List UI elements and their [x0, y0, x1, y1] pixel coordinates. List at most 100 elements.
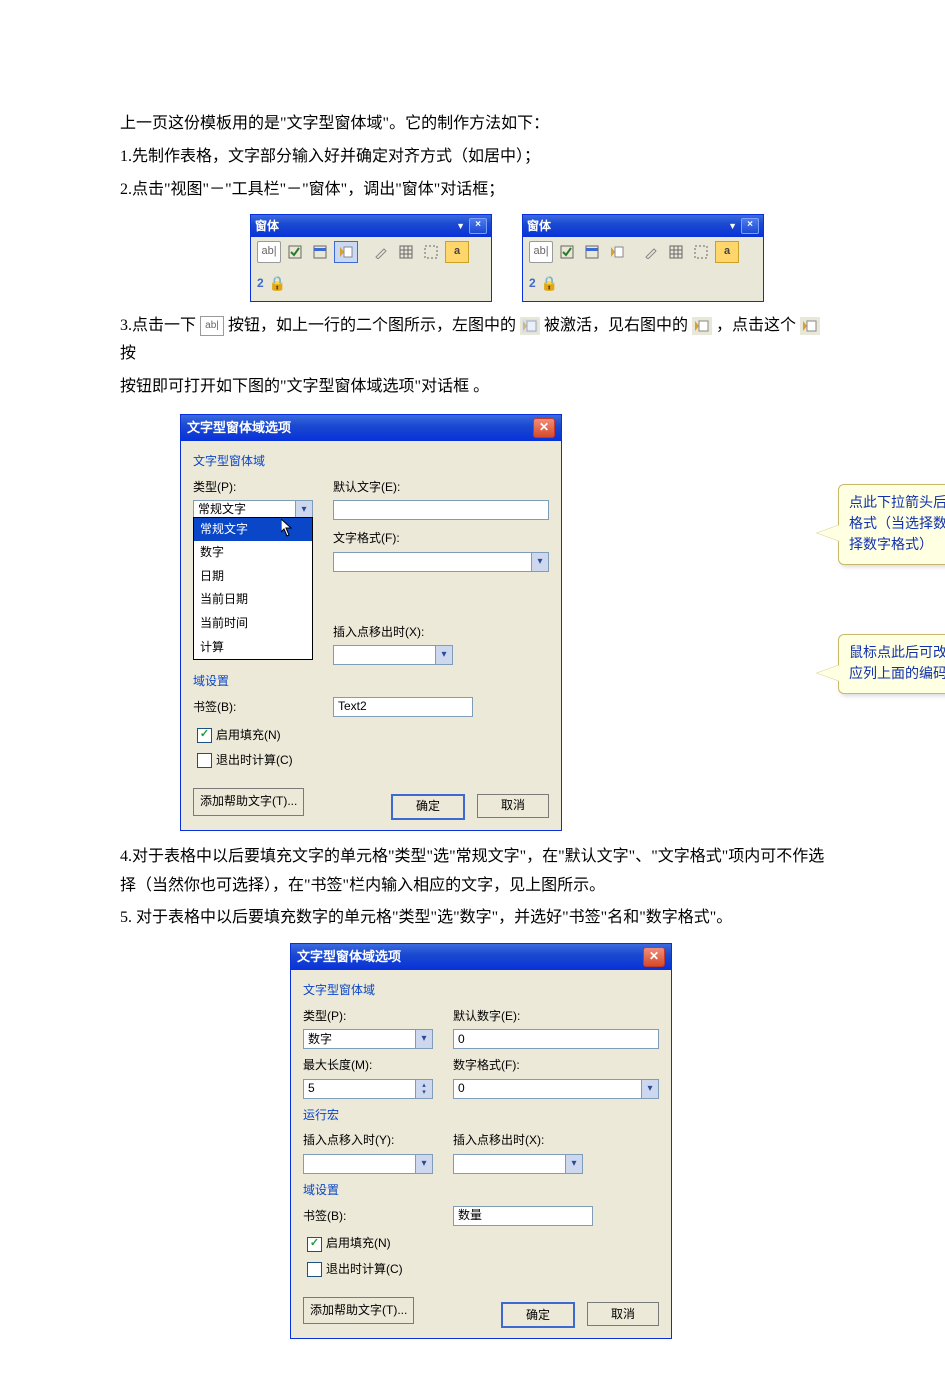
callout-bookmark: 鼠标点此后可改变文字（对应列上面的编码、品名等）: [838, 634, 945, 694]
close-icon[interactable]: ✕: [533, 418, 555, 438]
options-icon-active: [692, 317, 712, 335]
close-icon[interactable]: ×: [741, 218, 759, 234]
abl-icon: ab|: [200, 316, 224, 336]
exit-calc-checkbox[interactable]: [197, 753, 212, 768]
exit-calc-label: 退出时计算(C): [216, 750, 293, 772]
close-icon[interactable]: ✕: [643, 947, 665, 967]
step-5: 5. 对于表格中以后要填充数字的单元格"类型"选"数字"，并选好"书签"名和"数…: [120, 904, 825, 933]
dropdown-field-button[interactable]: [309, 242, 331, 262]
text-field-button[interactable]: ab|: [529, 241, 553, 263]
lock-icon[interactable]: 🔒: [269, 271, 286, 296]
exit-calc-checkbox[interactable]: [307, 1262, 322, 1277]
draw-table-button[interactable]: [640, 242, 662, 262]
default-number-label: 默认数字(E):: [453, 1006, 659, 1028]
cursor-icon: [281, 519, 293, 537]
bookmark-input[interactable]: 数量: [453, 1206, 593, 1226]
dialog-titlebar[interactable]: 文字型窗体域选项 ✕: [291, 944, 671, 970]
callout-format: 点此下拉箭头后可选择文字格式（当选择数字时变为选择数字格式）: [838, 484, 945, 565]
type-label: 类型(P):: [303, 1006, 433, 1028]
text-form-field-options-dialog-2: 文字型窗体域选项 ✕ 文字型窗体域 类型(P): 数字 ▾ 默认数字(E):: [290, 943, 672, 1339]
cancel-button[interactable]: 取消: [477, 794, 549, 818]
type-combo[interactable]: 数字 ▾: [303, 1029, 433, 1049]
shading-button[interactable]: a: [445, 241, 469, 263]
forms-toolbar-left: 窗体 ▼ × ab|: [250, 214, 492, 301]
chevron-down-icon[interactable]: ▾: [435, 646, 452, 664]
insert-table-button[interactable]: [665, 242, 687, 262]
dialog-title: 文字型窗体域选项: [297, 945, 401, 968]
reset-fields-icon[interactable]: 2: [529, 273, 536, 295]
dropdown-item[interactable]: 当前日期: [194, 588, 312, 612]
maxlen-spinner[interactable]: 5 ▴▾: [303, 1079, 433, 1099]
section-text-field: 文字型窗体域: [303, 980, 659, 1002]
text-format-combo[interactable]: ▾: [333, 552, 549, 572]
step-2: 2.点击"视图"－"工具栏"－"窗体"，调出"窗体"对话框；: [120, 176, 825, 205]
section-field-settings: 域设置: [303, 1180, 659, 1202]
form-options-button[interactable]: [606, 242, 628, 262]
checkbox-field-button[interactable]: [556, 242, 578, 262]
macro-exit-combo[interactable]: ▾: [453, 1154, 583, 1174]
close-icon[interactable]: ×: [469, 218, 487, 234]
chevron-down-icon[interactable]: ▾: [641, 1080, 658, 1098]
number-format-combo[interactable]: 0 ▾: [453, 1079, 659, 1099]
toolbar-titlebar[interactable]: 窗体 ▼ ×: [251, 215, 491, 237]
dropdown-field-button[interactable]: [581, 242, 603, 262]
toolbar-options-icon[interactable]: ▼: [728, 218, 737, 234]
chevron-down-icon[interactable]: ▾: [415, 1030, 432, 1048]
insert-frame-button[interactable]: [690, 242, 712, 262]
chevron-down-icon[interactable]: ▾: [531, 553, 548, 571]
options-icon-inactive: [520, 317, 540, 335]
maxlen-label: 最大长度(M):: [303, 1055, 433, 1077]
default-text-input[interactable]: [333, 500, 549, 520]
insert-frame-button[interactable]: [420, 242, 442, 262]
add-help-text-button[interactable]: 添加帮助文字(T)...: [193, 788, 304, 816]
lock-icon[interactable]: 🔒: [541, 271, 558, 296]
bookmark-input[interactable]: Text2: [333, 697, 473, 717]
insert-in-label: 插入点移入时(Y):: [303, 1130, 433, 1152]
default-text-label: 默认文字(E):: [333, 477, 549, 499]
text-field-button[interactable]: ab|: [257, 241, 281, 263]
reset-fields-icon[interactable]: 2: [257, 273, 264, 295]
add-help-text-button[interactable]: 添加帮助文字(T)...: [303, 1297, 414, 1325]
insert-out-label: 插入点移出时(X):: [453, 1130, 583, 1152]
dialog-titlebar[interactable]: 文字型窗体域选项 ✕: [181, 415, 561, 441]
default-number-input[interactable]: 0: [453, 1029, 659, 1049]
dropdown-item[interactable]: 当前时间: [194, 612, 312, 636]
enable-fill-checkbox[interactable]: ✓: [307, 1237, 322, 1252]
chevron-down-icon[interactable]: ▾: [565, 1155, 582, 1173]
toolbar-title: 窗体: [527, 216, 551, 238]
macro-enter-combo[interactable]: ▾: [303, 1154, 433, 1174]
insert-out-label: 插入点移出时(X):: [333, 622, 549, 644]
macro-exit-combo[interactable]: ▾: [333, 645, 453, 665]
checkbox-field-button[interactable]: [284, 242, 306, 262]
dropdown-item[interactable]: 计算: [194, 636, 312, 660]
step-4: 4.对于表格中以后要填充文字的单元格"类型"选"常规文字"，在"默认文字"、"文…: [120, 843, 825, 901]
chevron-down-icon[interactable]: ▾: [415, 1155, 432, 1173]
ok-button[interactable]: 确定: [391, 794, 465, 820]
bookmark-label: 书签(B):: [303, 1206, 433, 1228]
dropdown-item[interactable]: 日期: [194, 565, 312, 589]
shading-button[interactable]: a: [715, 241, 739, 263]
type-dropdown-list[interactable]: 常规文字 数字 日期 当前日期 当前时间 计算: [193, 517, 313, 661]
options-icon-active-2: [800, 317, 820, 335]
ok-button[interactable]: 确定: [501, 1302, 575, 1328]
enable-fill-label: 启用填充(N): [216, 725, 281, 747]
step-1: 1.先制作表格，文字部分输入好并确定对齐方式（如居中）；: [120, 143, 825, 172]
intro-line1: 上一页这份模板用的是"文字型窗体域"。它的制作方法如下：: [120, 110, 825, 139]
forms-toolbar-right: 窗体 ▼ × ab|: [522, 214, 764, 301]
exit-calc-label: 退出时计算(C): [326, 1259, 403, 1281]
section-macro: 运行宏: [303, 1105, 659, 1127]
form-options-button[interactable]: [334, 241, 358, 263]
spinner-icon[interactable]: ▴▾: [415, 1080, 432, 1098]
type-label: 类型(P):: [193, 477, 313, 499]
enable-fill-checkbox[interactable]: ✓: [197, 728, 212, 743]
dropdown-item[interactable]: 数字: [194, 541, 312, 565]
text-format-label: 文字格式(F):: [333, 528, 549, 550]
bookmark-label: 书签(B):: [193, 697, 313, 719]
insert-table-button[interactable]: [395, 242, 417, 262]
step-3b: 按钮即可打开如下图的"文字型窗体域选项"对话框 。: [120, 373, 825, 402]
cancel-button[interactable]: 取消: [587, 1302, 659, 1326]
dropdown-item[interactable]: 常规文字: [194, 518, 312, 542]
draw-table-button[interactable]: [370, 242, 392, 262]
toolbar-options-icon[interactable]: ▼: [456, 218, 465, 234]
toolbar-titlebar[interactable]: 窗体 ▼ ×: [523, 215, 763, 237]
